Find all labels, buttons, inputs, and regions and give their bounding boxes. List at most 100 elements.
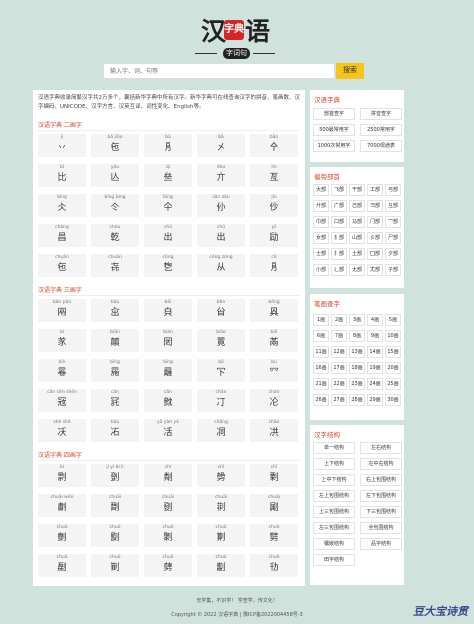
- stroke-link[interactable]: 21画: [313, 378, 329, 390]
- char-cell[interactable]: chuò 㔓: [250, 554, 298, 577]
- dictionary-link[interactable]: 拼音查字: [360, 108, 402, 120]
- char-cell[interactable]: chuò 㔑: [144, 554, 192, 577]
- structure-link[interactable]: 上三包围结构: [313, 506, 355, 518]
- stroke-link[interactable]: 27画: [331, 394, 347, 406]
- char-cell[interactable]: chuāi 㔈: [197, 494, 245, 517]
- structure-link[interactable]: 左三包围结构: [313, 522, 355, 534]
- char-cell[interactable]: bīng 㒿: [144, 359, 192, 382]
- stroke-link[interactable]: 28画: [349, 394, 365, 406]
- stroke-link[interactable]: 23画: [349, 378, 365, 390]
- stroke-link[interactable]: 8画: [349, 330, 365, 342]
- char-cell[interactable]: chuò 㔏: [38, 554, 86, 577]
- char-cell[interactable]: chí 㔂: [144, 464, 192, 487]
- char-cell[interactable]: chuò 㔐: [91, 554, 139, 577]
- char-cell[interactable]: bēng 㒷: [250, 299, 298, 322]
- structure-link[interactable]: 左上包围结构: [313, 490, 355, 502]
- structure-link[interactable]: 上下结构: [313, 458, 355, 470]
- char-cell[interactable]: cān cēn shēn 㓂: [38, 389, 86, 412]
- radical-link[interactable]: 干部: [349, 184, 365, 196]
- char-cell[interactable]: pī 劶: [250, 224, 298, 247]
- char-cell[interactable]: cóng zòng 从: [197, 254, 245, 277]
- stroke-link[interactable]: 16画: [313, 362, 329, 374]
- char-cell[interactable]: chòu 亁: [91, 224, 139, 247]
- char-cell[interactable]: chuò 㔒: [197, 554, 245, 577]
- char-cell[interactable]: lìn 亙: [250, 164, 298, 187]
- search-input[interactable]: [103, 63, 335, 79]
- stroke-link[interactable]: 29画: [367, 394, 383, 406]
- stroke-link[interactable]: 5画: [385, 314, 401, 326]
- stroke-link[interactable]: 25画: [385, 378, 401, 390]
- stroke-link[interactable]: 20画: [385, 362, 401, 374]
- char-cell[interactable]: chǎng 㓊: [197, 419, 245, 442]
- stroke-link[interactable]: 9画: [367, 330, 383, 342]
- char-cell[interactable]: jí yì bì lì 㔁: [91, 464, 139, 487]
- char-cell[interactable]: chuán 㐂: [91, 254, 139, 277]
- radical-link[interactable]: 弓部: [385, 184, 401, 196]
- char-cell[interactable]: sǎn zǎn 仦: [197, 194, 245, 217]
- char-cell[interactable]: chū 出: [197, 224, 245, 247]
- radical-link[interactable]: 尤部: [367, 264, 383, 276]
- char-cell[interactable]: shě shé 㓇: [38, 419, 86, 442]
- char-cell[interactable]: bā 㐆: [144, 134, 192, 157]
- radical-link[interactable]: 小部: [313, 264, 329, 276]
- char-cell[interactable]: chuān 㐌: [38, 254, 86, 277]
- radical-link[interactable]: 囗部: [367, 248, 383, 260]
- char-cell[interactable]: chān 㓅: [197, 389, 245, 412]
- radical-link[interactable]: 子部: [385, 264, 401, 276]
- char-cell[interactable]: bèn 㒶: [197, 299, 245, 322]
- dictionary-link[interactable]: 7000现通表: [360, 140, 402, 152]
- char-cell[interactable]: bīn 㒽: [38, 359, 86, 382]
- stroke-link[interactable]: 14画: [367, 346, 383, 358]
- structure-link[interactable]: 品字结构: [360, 538, 402, 550]
- structure-link[interactable]: 单一结构: [313, 442, 355, 454]
- char-cell[interactable]: bō 㓀: [197, 359, 245, 382]
- char-cell[interactable]: bì 㒸: [38, 329, 86, 352]
- radical-link[interactable]: 扌部: [331, 248, 347, 260]
- char-cell[interactable]: chuò 㔌: [144, 524, 192, 547]
- char-cell[interactable]: chuò 㔍: [197, 524, 245, 547]
- stroke-link[interactable]: 11画: [313, 346, 329, 358]
- radical-link[interactable]: 口部: [331, 216, 347, 228]
- radical-link[interactable]: 彐部: [367, 200, 383, 212]
- char-cell[interactable]: jí 丷: [38, 134, 86, 157]
- stroke-link[interactable]: 18画: [349, 362, 365, 374]
- structure-link[interactable]: 下三包围结构: [360, 506, 402, 518]
- char-cell[interactable]: chuāi 㔆: [91, 494, 139, 517]
- radical-link[interactable]: 山部: [349, 232, 365, 244]
- stroke-link[interactable]: 30画: [385, 394, 401, 406]
- radical-link[interactable]: 彑部: [385, 200, 401, 212]
- char-cell[interactable]: bāo 㓈: [91, 419, 139, 442]
- dictionary-link[interactable]: 1000次常用字: [313, 140, 355, 152]
- char-cell[interactable]: bù 㓁: [250, 359, 298, 382]
- char-cell[interactable]: qī 亝: [144, 164, 192, 187]
- char-cell[interactable]: bǎn pàn 㒳: [38, 299, 86, 322]
- char-cell[interactable]: bīng bìng 仒: [91, 194, 139, 217]
- dictionary-link[interactable]: 2500常用字: [360, 124, 402, 136]
- char-cell[interactable]: bā 㐅: [197, 134, 245, 157]
- char-cell[interactable]: chuò 㔋: [91, 524, 139, 547]
- char-cell[interactable]: chán 㓆: [250, 389, 298, 412]
- stroke-link[interactable]: 17画: [331, 362, 347, 374]
- radical-link[interactable]: 廾部: [313, 200, 329, 212]
- radical-link[interactable]: 工部: [367, 184, 383, 196]
- structure-link[interactable]: 左右结构: [360, 442, 402, 454]
- stroke-link[interactable]: 13画: [349, 346, 365, 358]
- char-cell[interactable]: cè 㐆: [250, 254, 298, 277]
- char-cell[interactable]: chǎng 昌: [38, 224, 86, 247]
- stroke-link[interactable]: 22画: [331, 378, 347, 390]
- stroke-link[interactable]: 12画: [331, 346, 347, 358]
- char-cell[interactable]: bā jiǎo 㐌: [91, 134, 139, 157]
- radical-link[interactable]: 广部: [331, 200, 347, 212]
- structure-link[interactable]: 上中下结构: [313, 474, 355, 486]
- site-logo[interactable]: 汉 字典 语: [199, 18, 271, 48]
- stroke-link[interactable]: 24画: [367, 378, 383, 390]
- radical-link[interactable]: 己部: [349, 200, 365, 212]
- char-cell[interactable]: bǐ 比: [38, 164, 86, 187]
- stroke-link[interactable]: 7画: [331, 330, 347, 342]
- char-cell[interactable]: cān 㓃: [91, 389, 139, 412]
- stroke-link[interactable]: 1画: [313, 314, 329, 326]
- stroke-link[interactable]: 10画: [385, 330, 401, 342]
- char-cell[interactable]: biǎo 㒻: [197, 329, 245, 352]
- char-cell[interactable]: chī 㔃: [197, 464, 245, 487]
- char-cell[interactable]: bīng 仐: [144, 194, 192, 217]
